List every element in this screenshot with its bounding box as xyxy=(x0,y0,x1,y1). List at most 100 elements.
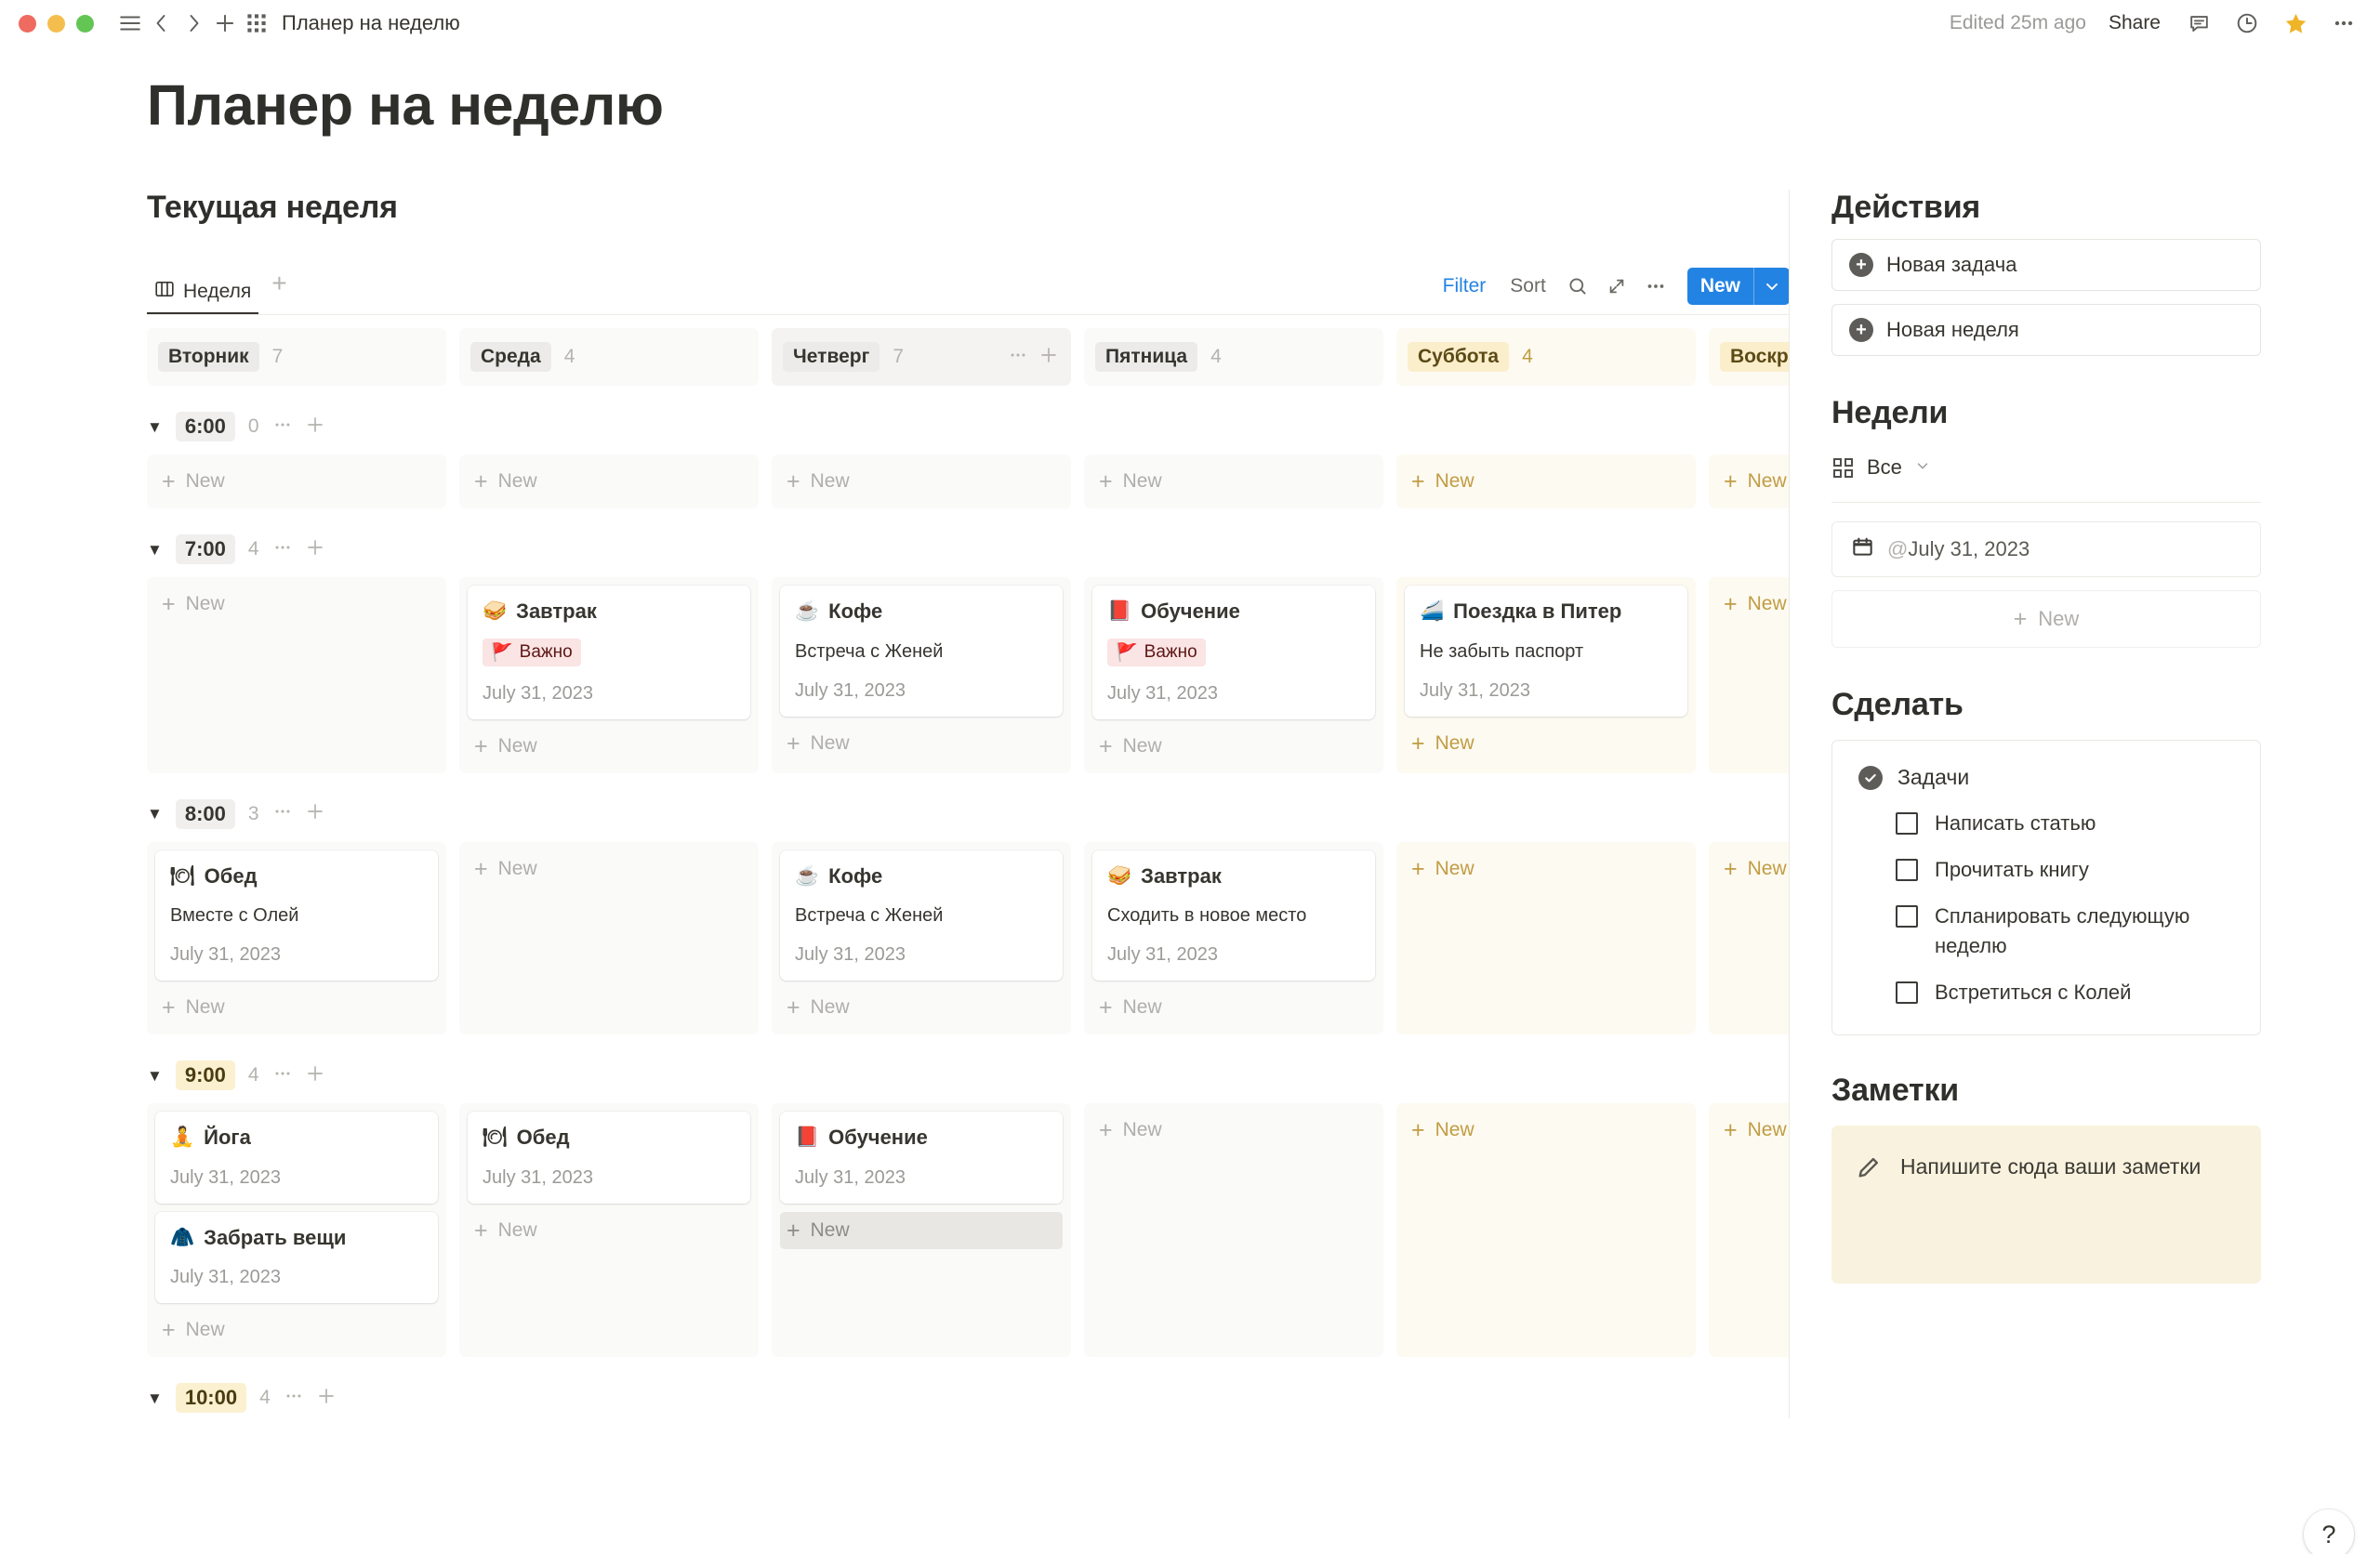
week-list-item[interactable]: @July 31, 2023 xyxy=(1831,521,2261,577)
todo-group-row[interactable]: Задачи xyxy=(1858,765,2234,790)
lane-new-row[interactable]: + New xyxy=(780,989,1063,1026)
more-horizontal-icon[interactable] xyxy=(1008,345,1028,370)
forward-chevron-icon[interactable] xyxy=(178,7,209,39)
minimize-window-button[interactable] xyxy=(47,14,65,33)
add-view-button[interactable]: + xyxy=(264,270,294,306)
board-column-header[interactable]: Четверг 7 xyxy=(772,328,1071,386)
board-card[interactable]: 🧘 Йога July 31, 2023 xyxy=(155,1112,438,1204)
lane-new-row[interactable]: + New xyxy=(155,586,438,623)
plus-icon[interactable] xyxy=(209,7,241,39)
board-card[interactable]: 🧥 Забрать вещи July 31, 2023 xyxy=(155,1211,438,1303)
checkbox[interactable] xyxy=(1896,859,1918,882)
lane-new-row[interactable]: + New xyxy=(468,728,750,765)
new-week-button[interactable]: + Новая неделя xyxy=(1831,304,2261,356)
new-task-button[interactable]: + Новая задача xyxy=(1831,239,2261,291)
todo-item[interactable]: Спланировать следующую неделю xyxy=(1896,902,2234,959)
board-card[interactable]: 🍽 Обед July 31, 2023 xyxy=(468,1112,750,1204)
board-column-header[interactable]: Среда 4 xyxy=(459,328,759,386)
search-icon[interactable] xyxy=(1565,273,1591,299)
checkbox[interactable] xyxy=(1896,812,1918,835)
help-button[interactable]: ? xyxy=(2304,1509,2354,1554)
todo-item[interactable]: Встретиться с Колей xyxy=(1896,978,2234,1007)
menu-icon[interactable] xyxy=(114,7,146,39)
chevron-down-icon[interactable] xyxy=(1754,268,1789,305)
lane-new-row[interactable]: + New xyxy=(155,463,438,500)
lane-new-row[interactable]: + New xyxy=(1405,463,1687,500)
board-card[interactable]: 🚄 Поездка в Питер Не забыть паспорт July 31… xyxy=(1405,586,1687,717)
lane-new-row[interactable]: + New xyxy=(1717,850,1789,888)
collapse-triangle-icon[interactable]: ▼ xyxy=(147,1390,163,1406)
board-card[interactable]: 📕 Обучение 🚩 Важно July 31, 2023 xyxy=(1092,586,1375,719)
collapse-triangle-icon[interactable]: ▼ xyxy=(147,806,163,822)
more-horizontal-icon[interactable] xyxy=(272,537,293,562)
add-card-icon[interactable] xyxy=(304,414,326,441)
lane-new-row[interactable]: + New xyxy=(1717,1112,1789,1149)
more-horizontal-icon[interactable] xyxy=(272,801,293,826)
board-card[interactable]: 🥪 Завтрак 🚩 Важно July 31, 2023 xyxy=(468,586,750,719)
board-card[interactable]: ☕ Кофе Встреча с Женей July 31, 2023 xyxy=(780,586,1063,717)
lane-new-row[interactable]: + New xyxy=(1092,989,1375,1026)
lane-new-row[interactable]: + New xyxy=(1405,1112,1687,1149)
lane-new-row[interactable]: + New xyxy=(1092,1112,1375,1149)
add-card-icon[interactable] xyxy=(1038,344,1060,371)
lane-new-row[interactable]: + New xyxy=(468,1212,750,1249)
add-card-icon[interactable] xyxy=(304,800,326,827)
lane-new-row[interactable]: + New xyxy=(780,725,1063,762)
close-window-button[interactable] xyxy=(19,14,36,33)
share-button[interactable]: Share xyxy=(2103,9,2166,37)
lane-new-row[interactable]: + New xyxy=(1092,728,1375,765)
tab-nedelya[interactable]: Неделя xyxy=(147,261,259,314)
time-group-header[interactable]: ▼ 7:00 4 xyxy=(147,529,1789,570)
lane-new-row[interactable]: + New xyxy=(468,463,750,500)
more-horizontal-icon[interactable] xyxy=(284,1386,304,1411)
todo-item[interactable]: Прочитать книгу xyxy=(1896,855,2234,884)
grid-apps-icon[interactable] xyxy=(241,7,272,39)
time-group-header[interactable]: ▼ 6:00 0 xyxy=(147,406,1789,447)
board-card[interactable]: 🍽 Обед Вместе с Олей July 31, 2023 xyxy=(155,849,438,981)
notes-card[interactable]: Напишите сюда ваши заметки xyxy=(1831,1126,2261,1284)
collapse-triangle-icon[interactable]: ▼ xyxy=(147,542,163,558)
clock-history-icon[interactable] xyxy=(2231,7,2263,39)
lane-new-row[interactable]: + New xyxy=(155,1311,438,1349)
lane-new-row[interactable]: + New xyxy=(1092,463,1375,500)
lane-new-row[interactable]: + New xyxy=(780,463,1063,500)
checkbox[interactable] xyxy=(1896,905,1918,928)
todo-item[interactable]: Написать статью xyxy=(1896,809,2234,837)
comment-icon[interactable] xyxy=(2183,7,2215,39)
lane-new-row[interactable]: + New xyxy=(468,850,750,888)
more-horizontal-icon[interactable] xyxy=(272,1063,293,1088)
board-column-header[interactable]: Пятница 4 xyxy=(1084,328,1383,386)
board-column-header[interactable]: Воскр xyxy=(1709,328,1789,386)
lane-new-row[interactable]: + New xyxy=(780,1211,1063,1249)
board-column-header[interactable]: Суббота 4 xyxy=(1396,328,1696,386)
board-card[interactable]: 🥪 Завтрак Сходить в новое место July 31, 20… xyxy=(1092,849,1375,981)
more-horizontal-icon[interactable] xyxy=(2328,7,2360,39)
maximize-window-button[interactable] xyxy=(76,14,94,33)
weeks-view-selector[interactable]: Все xyxy=(1831,452,2261,483)
expand-icon[interactable] xyxy=(1604,273,1630,299)
more-horizontal-icon[interactable] xyxy=(272,415,293,440)
add-card-icon[interactable] xyxy=(304,1062,326,1089)
back-chevron-icon[interactable] xyxy=(146,7,178,39)
star-icon[interactable] xyxy=(2280,7,2311,39)
board-card[interactable]: 📕 Обучение July 31, 2023 xyxy=(780,1112,1063,1204)
time-group-header[interactable]: ▼ 9:00 4 xyxy=(147,1055,1789,1096)
add-card-icon[interactable] xyxy=(304,536,326,563)
filter-button[interactable]: Filter xyxy=(1437,271,1492,301)
check-circle-icon[interactable] xyxy=(1858,765,1883,790)
checkbox[interactable] xyxy=(1896,981,1918,1004)
board-card[interactable]: ☕ Кофе Встреча с Женей July 31, 2023 xyxy=(780,849,1063,981)
weeks-new-row[interactable]: + New xyxy=(1831,590,2261,648)
lane-new-row[interactable]: + New xyxy=(1405,850,1687,888)
sort-button[interactable]: Sort xyxy=(1504,271,1552,301)
breadcrumb[interactable]: Планер на неделю xyxy=(282,11,460,35)
lane-new-row[interactable]: + New xyxy=(1717,463,1789,500)
add-card-icon[interactable] xyxy=(315,1385,337,1412)
new-button[interactable]: New xyxy=(1687,268,1753,305)
more-horizontal-icon[interactable] xyxy=(1643,273,1669,299)
collapse-triangle-icon[interactable]: ▼ xyxy=(147,1068,163,1084)
time-group-header[interactable]: ▼ 8:00 3 xyxy=(147,794,1789,835)
time-group-header[interactable]: ▼ 10:00 4 xyxy=(147,1377,1789,1418)
collapse-triangle-icon[interactable]: ▼ xyxy=(147,419,163,435)
lane-new-row[interactable]: + New xyxy=(1717,586,1789,623)
